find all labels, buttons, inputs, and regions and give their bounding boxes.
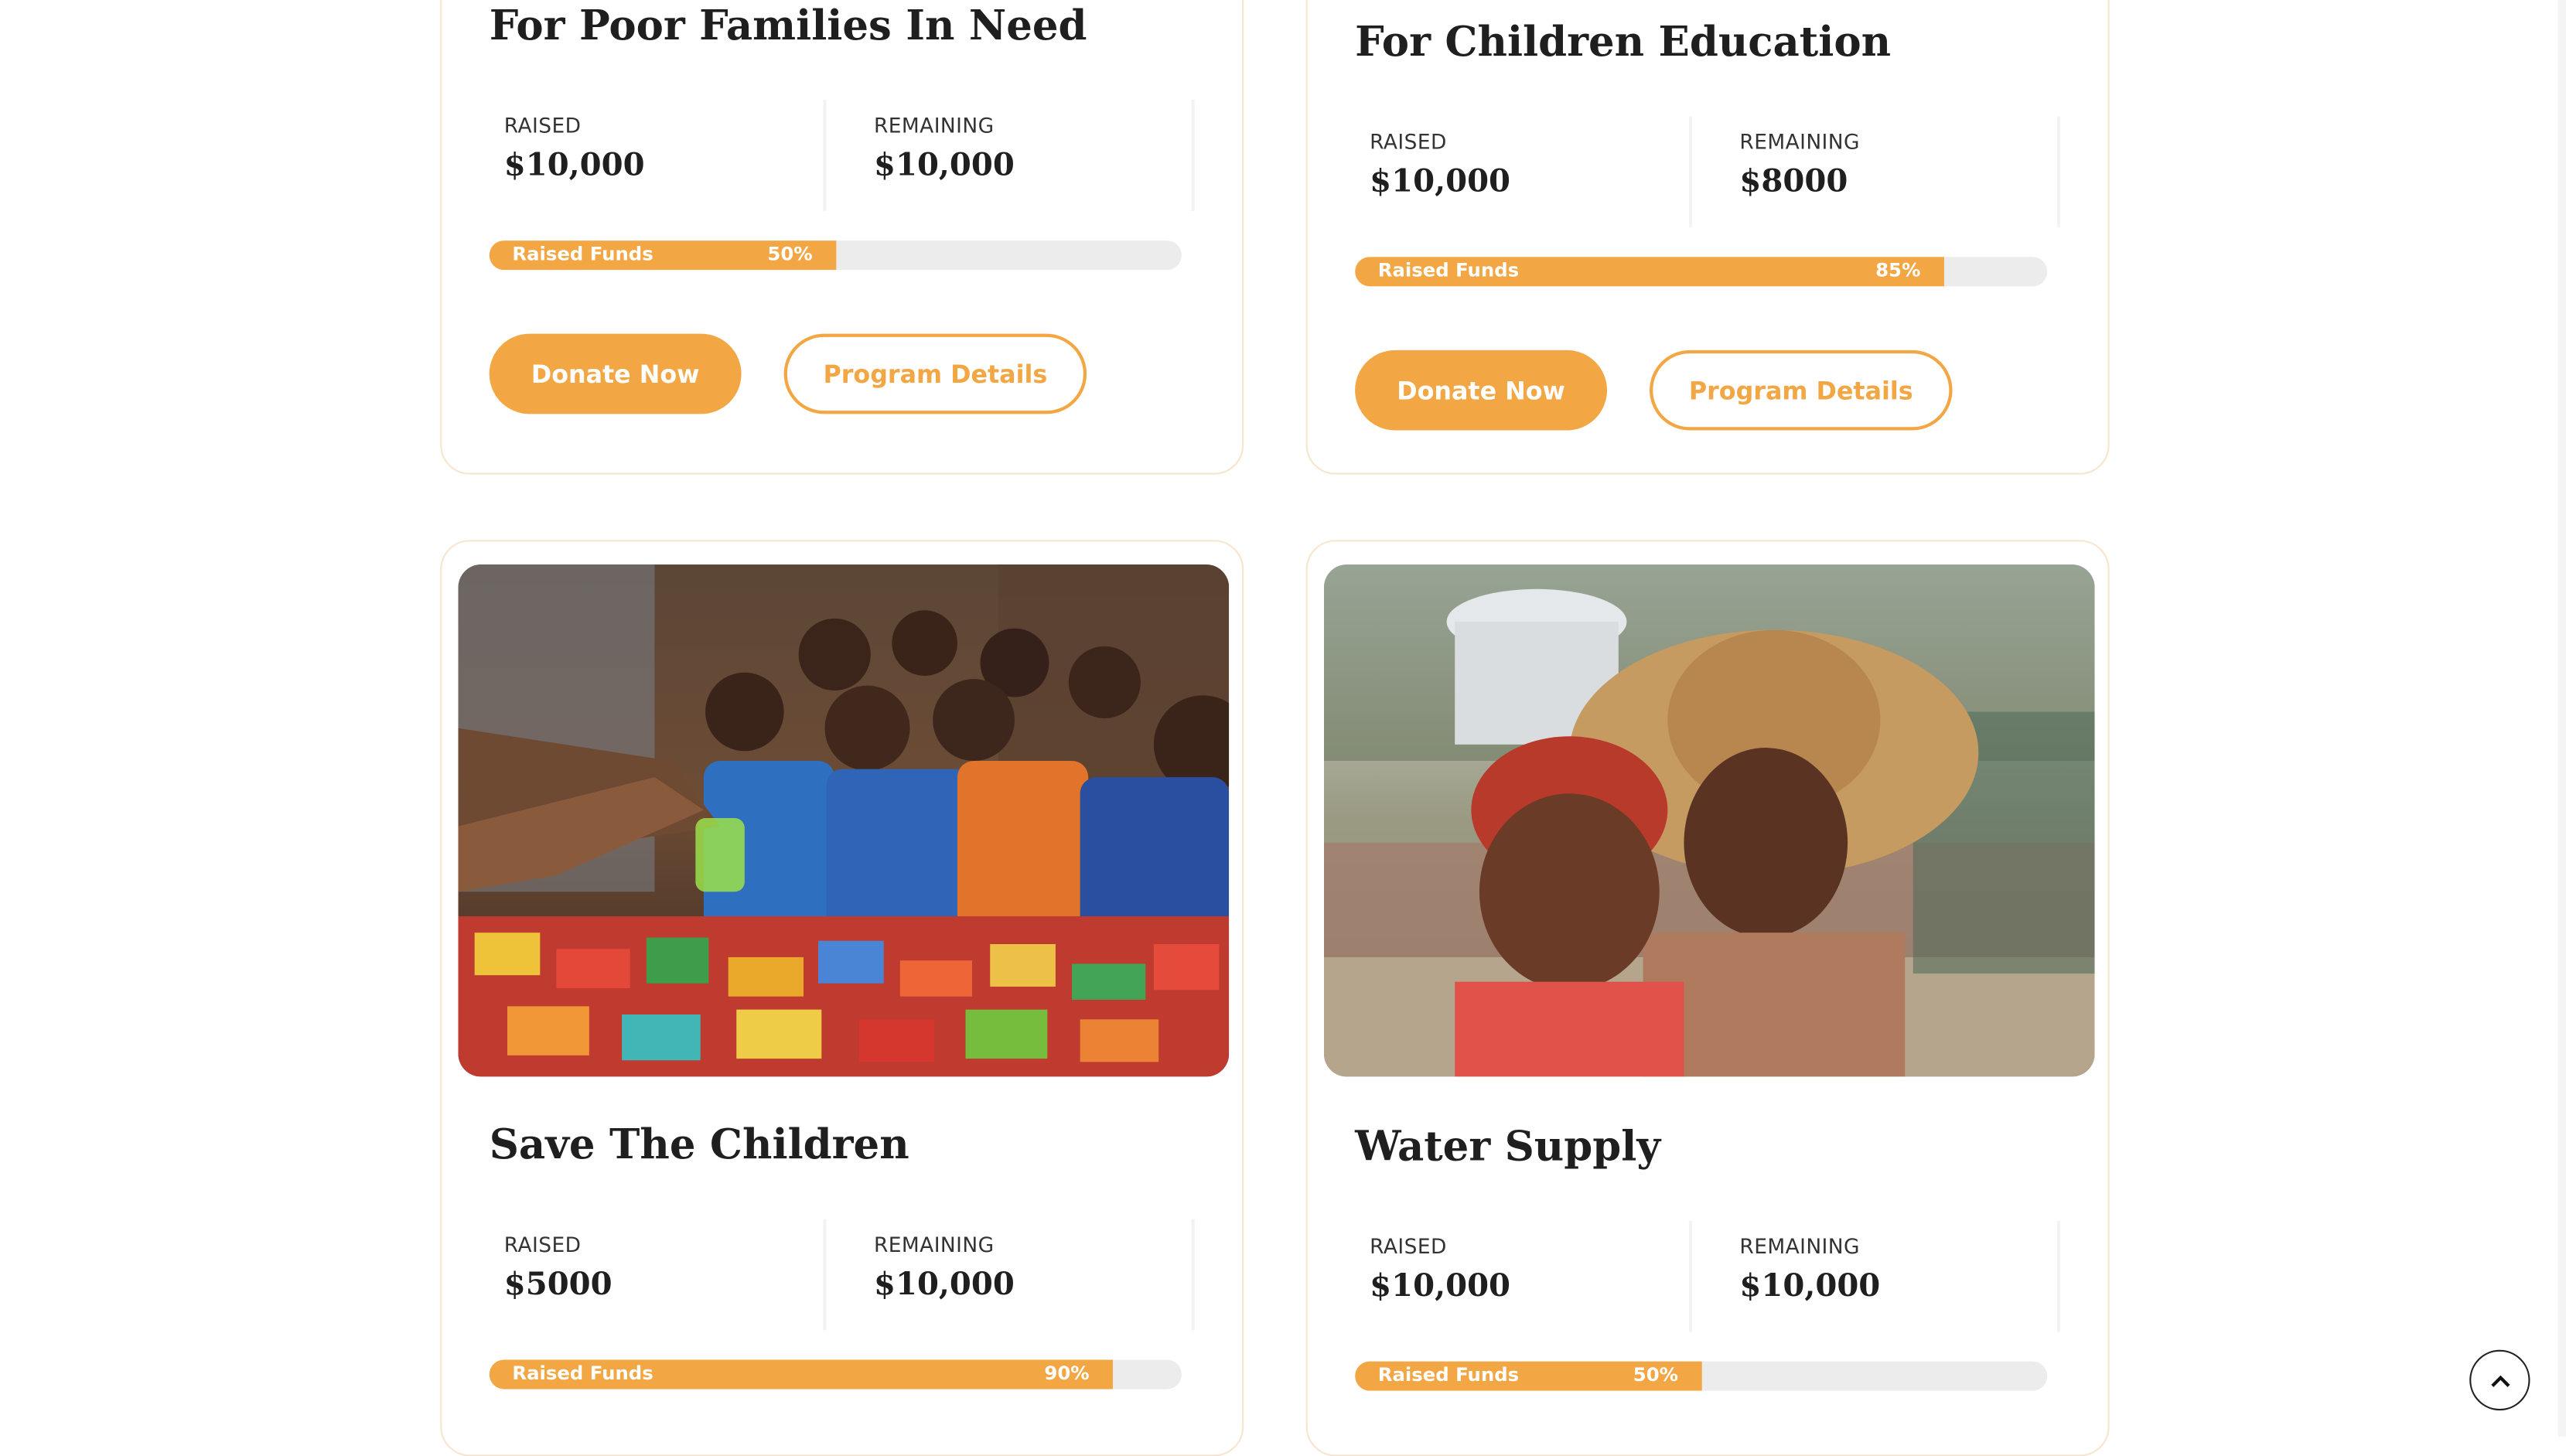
stat-divider — [823, 100, 827, 211]
raised-value: $10,000 — [1370, 163, 1511, 200]
raised-value: $10,000 — [1370, 1267, 1511, 1304]
remaining-stat: REMAINING $10,000 — [874, 113, 1201, 183]
remaining-value: $10,000 — [1739, 1267, 1881, 1304]
progress-percent: 90% — [1044, 1361, 1090, 1385]
two-children-portrait-photo — [1323, 564, 2095, 1077]
raised-label: RAISED — [1370, 129, 1447, 154]
progress-percent: 50% — [1633, 1362, 1679, 1386]
campaign-title: Water Supply — [1355, 1122, 1661, 1171]
program-details-button[interactable]: Program Details — [1650, 350, 1953, 431]
campaign-card-children-education: For Children Education RAISED $10,000 RE… — [1305, 0, 2110, 475]
raised-stat: RAISED $5000 — [504, 1232, 831, 1302]
raised-stat: RAISED $10,000 — [1370, 1234, 1697, 1304]
stat-divider — [1688, 1220, 1693, 1332]
remaining-stat: REMAINING $8000 — [1739, 129, 2066, 199]
campaign-card-water-supply: Water Supply RAISED $10,000 REMAINING $1… — [1305, 540, 2110, 1456]
progress-fill: Raised Funds 90% — [489, 1359, 1113, 1390]
progress-bar: Raised Funds 50% — [1355, 1361, 2048, 1391]
remaining-label: REMAINING — [873, 1232, 995, 1257]
campaign-title: For Poor Families In Need — [489, 2, 1087, 49]
program-details-button[interactable]: Program Details — [783, 333, 1087, 414]
scrollbar[interactable] — [2557, 0, 2566, 1437]
stat-divider — [1688, 116, 1693, 228]
stat-divider — [823, 1219, 827, 1331]
remaining-stat: REMAINING $10,000 — [1739, 1234, 2066, 1304]
progress-percent: 50% — [767, 242, 813, 265]
stat-divider — [2056, 1220, 2061, 1332]
remaining-label: REMAINING — [1739, 129, 1860, 154]
chevron-up-icon — [2490, 1374, 2510, 1386]
remaining-label: REMAINING — [873, 113, 995, 138]
scroll-to-top-button[interactable] — [2469, 1349, 2530, 1411]
campaign-card-poor-families: For Poor Families In Need RAISED $10,000… — [440, 0, 1244, 475]
stat-divider — [2056, 116, 2061, 228]
remaining-value: $10,000 — [873, 147, 1015, 184]
campaign-title: Save The Children — [489, 1120, 909, 1168]
progress-bar: Raised Funds 50% — [489, 240, 1182, 271]
raised-stat: RAISED $10,000 — [504, 113, 831, 183]
raised-label: RAISED — [503, 113, 582, 138]
progress-bar: Raised Funds 85% — [1355, 257, 2048, 287]
campaign-card-save-the-children: Save The Children RAISED $5000 REMAINING… — [440, 540, 1244, 1456]
campaign-image[interactable] — [458, 564, 1230, 1077]
raised-label: RAISED — [1370, 1233, 1447, 1259]
raised-value: $10,000 — [503, 147, 645, 184]
progress-fill: Raised Funds 50% — [489, 240, 836, 271]
progress-percent: 85% — [1875, 258, 1921, 281]
donate-now-button[interactable]: Donate Now — [1355, 350, 1608, 431]
progress-fill: Raised Funds 50% — [1355, 1361, 1701, 1391]
campaign-image[interactable] — [1323, 564, 2095, 1077]
campaign-title: For Children Education — [1355, 18, 1892, 66]
raised-label: RAISED — [503, 1232, 582, 1257]
remaining-value: $8000 — [1739, 163, 1848, 200]
page-viewport: For Poor Families In Need RAISED $10,000… — [0, 0, 2566, 1456]
raised-stat: RAISED $10,000 — [1370, 129, 1697, 199]
remaining-label: REMAINING — [1739, 1233, 1860, 1259]
progress-bar: Raised Funds 90% — [489, 1359, 1182, 1390]
children-receiving-food-photo — [458, 564, 1230, 1077]
stat-divider — [1191, 100, 1195, 211]
remaining-stat: REMAINING $10,000 — [874, 1232, 1201, 1302]
progress-fill: Raised Funds 85% — [1355, 257, 1943, 287]
progress-label: Raised Funds — [1377, 1362, 1520, 1386]
progress-label: Raised Funds — [512, 1361, 653, 1385]
raised-value: $5000 — [503, 1266, 612, 1303]
stat-divider — [1191, 1219, 1195, 1331]
donate-now-button[interactable]: Donate Now — [489, 333, 742, 414]
progress-label: Raised Funds — [512, 242, 653, 265]
progress-label: Raised Funds — [1377, 258, 1520, 281]
remaining-value: $10,000 — [873, 1266, 1015, 1303]
